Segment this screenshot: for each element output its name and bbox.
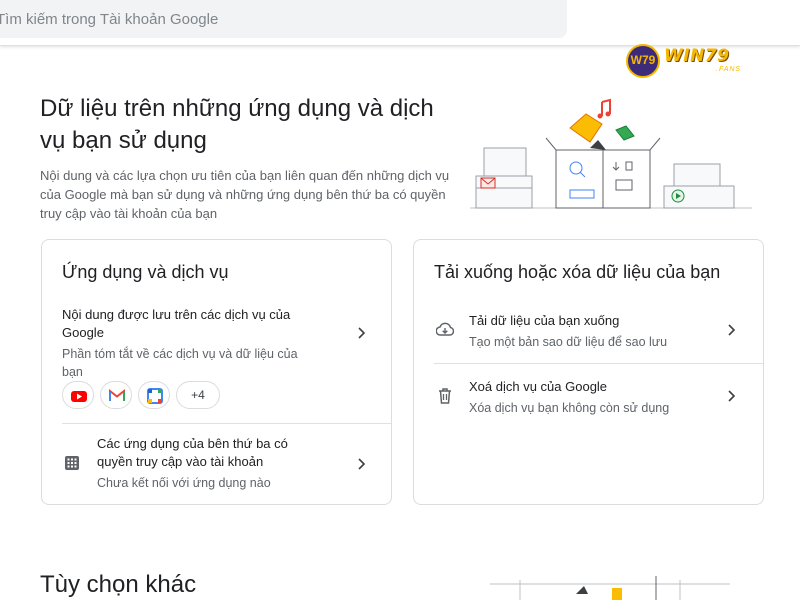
chevron-right-icon [358,458,366,470]
delete-service-row[interactable]: Xoá dịch vụ của Google Xóa dịch vụ bạn k… [414,378,763,422]
top-bar [0,0,800,46]
apps-services-card: Ứng dụng và dịch vụ Nội dung được lưu tr… [41,239,392,505]
trash-icon [439,388,451,404]
more-options-title: Tùy chọn khác [40,571,197,598]
calendar-chip[interactable] [138,381,170,409]
settings-illustration [490,576,730,600]
third-party-apps-row[interactable]: Các ứng dụng của bên thứ ba có quyền tru… [42,435,391,497]
divider [62,423,391,424]
search-input[interactable] [0,0,567,38]
more-services-chip[interactable]: +4 [176,381,220,409]
brand-name: WIN79 [664,46,730,66]
saved-content-title: Nội dung được lưu trên các dịch vụ của G… [62,307,291,340]
third-party-subtitle: Chưa kết nối với ứng dụng nào [97,476,271,490]
page-description: Nội dung và các lựa chọn ưu tiên của bạn… [40,168,450,221]
search-box[interactable] [0,0,567,38]
brand-logo: W79 WIN79 .FANS [626,44,754,78]
data-box-illustration [470,98,752,209]
chevron-right-icon [728,324,736,336]
download-delete-card: Tải xuống hoặc xóa dữ liệu của bạn Tải d… [413,239,764,505]
download-data-subtitle: Tạo một bản sao dữ liệu để sao lưu [469,335,668,349]
delete-service-title: Xoá dịch vụ của Google [469,379,608,394]
gmail-icon [109,388,125,401]
youtube-chip[interactable] [62,381,94,409]
google-calendar-icon [147,388,163,404]
apps-card-title: Ứng dụng và dịch vụ [62,262,229,282]
apps-grid-icon [65,456,79,470]
cloud-download-icon [436,322,454,336]
page-title: Dữ liệu trên những ứng dụng và dịch vụ b… [40,95,434,154]
youtube-icon [71,391,87,402]
saved-content-row[interactable]: Nội dung được lưu trên các dịch vụ của G… [42,306,391,379]
saved-content-subtitle: Phần tóm tắt về các dịch vụ và dữ liệu c… [62,347,298,379]
download-card-title: Tải xuống hoặc xóa dữ liệu của bạn [434,262,721,282]
download-data-title: Tải dữ liệu của bạn xuống [469,313,620,328]
download-data-row[interactable]: Tải dữ liệu của bạn xuống Tạo một bản sa… [414,312,763,356]
delete-service-subtitle: Xóa dịch vụ bạn không còn sử dụng [469,401,670,415]
gmail-chip[interactable] [100,381,132,409]
divider [434,363,763,364]
third-party-title: Các ứng dụng của bên thứ ba có quyền tru… [97,436,288,469]
brand-badge: W79 [626,44,660,78]
chevron-right-icon [728,390,736,402]
chevron-right-icon [358,327,366,339]
brand-sub: .FANS [716,66,742,73]
